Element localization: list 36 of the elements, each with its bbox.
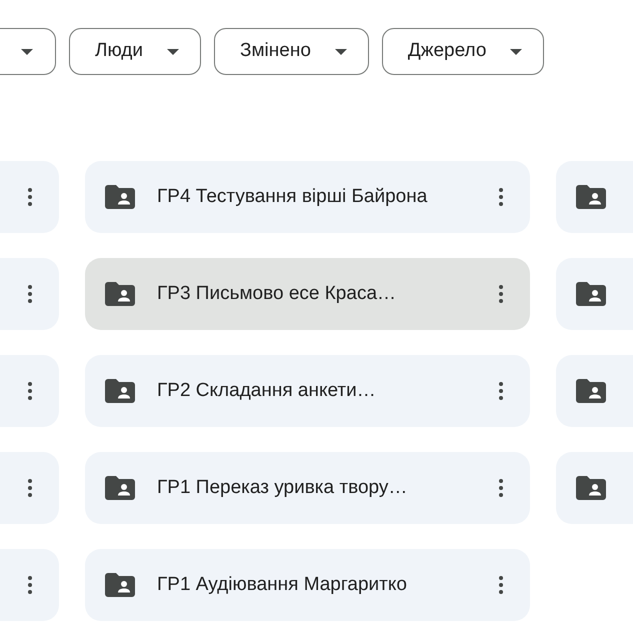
folder-name: ГР4 Тестування вірші Байрона xyxy=(157,184,428,209)
folder-card[interactable]: ГР1 Переказ уривка твору… xyxy=(85,452,530,524)
caret-icon xyxy=(167,48,180,54)
more-icon xyxy=(28,285,32,303)
more-icon xyxy=(499,479,503,497)
shared-folder-icon xyxy=(105,379,135,403)
folder-card[interactable]: ГР2 Складання анкети… xyxy=(85,355,530,427)
more-icon xyxy=(499,382,503,400)
more-icon xyxy=(499,285,503,303)
folder-name: ГР1 Аудіювання Маргаритко xyxy=(157,572,407,597)
filter-chip[interactable]: Люди xyxy=(69,28,202,75)
shared-folder-icon xyxy=(576,476,606,500)
filter-chip[interactable]: Джерело xyxy=(382,28,544,75)
folder-name: ГР1 Переказ уривка твору… xyxy=(157,476,408,500)
more-icon xyxy=(28,382,32,400)
folder-card[interactable]: ГР4 Тестування вірші Байрона xyxy=(85,161,530,233)
shared-folder-icon xyxy=(576,379,606,403)
filter-chip[interactable]: Змінено xyxy=(214,28,369,75)
caret-icon xyxy=(21,48,33,54)
folder-name: ГР3 Письмово есе Краса… xyxy=(157,282,396,306)
shared-folder-icon xyxy=(105,185,135,209)
more-icon xyxy=(499,576,503,594)
shared-folder-icon xyxy=(576,185,606,209)
more-icon xyxy=(28,576,32,594)
folder-card[interactable]: ГР1 Аудіювання Маргаритко xyxy=(85,549,530,621)
shared-folder-icon xyxy=(576,282,606,306)
shared-folder-icon xyxy=(105,282,135,306)
caret-icon xyxy=(510,48,522,54)
folder-card[interactable]: ГР3 Письмово есе Краса… xyxy=(85,258,530,330)
more-icon xyxy=(499,188,503,206)
folder-name: ГР2 Складання анкети… xyxy=(157,378,376,403)
caret-icon xyxy=(334,48,347,54)
more-icon xyxy=(28,479,32,497)
shared-folder-icon xyxy=(105,476,135,500)
more-icon xyxy=(28,188,32,206)
shared-folder-icon xyxy=(105,573,135,597)
